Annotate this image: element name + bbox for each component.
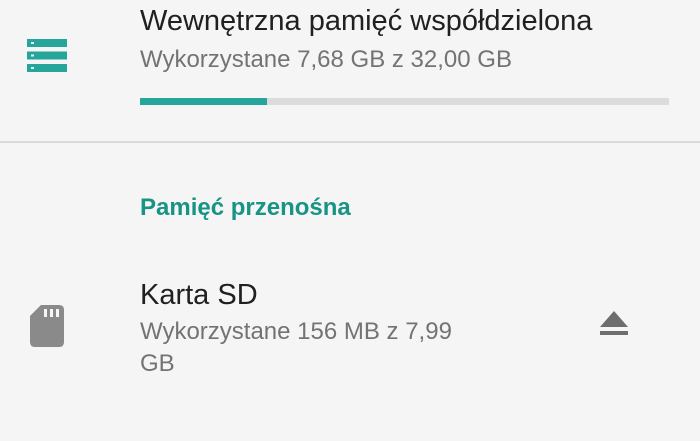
internal-storage-progress-bar bbox=[140, 98, 669, 105]
sd-card-icon bbox=[30, 305, 64, 347]
internal-storage-item[interactable]: Wewnętrzna pamięć współdzielona Wykorzys… bbox=[0, 0, 700, 141]
internal-storage-title: Wewnętrzna pamięć współdzielona bbox=[140, 5, 593, 37]
internal-storage-progress-fill bbox=[140, 98, 267, 105]
section-divider bbox=[0, 141, 700, 143]
storage-icon bbox=[27, 39, 67, 72]
internal-storage-usage: Wykorzystane 7,68 GB z 32,00 GB bbox=[140, 46, 512, 73]
sd-card-title: Karta SD bbox=[140, 279, 258, 311]
eject-icon bbox=[599, 310, 629, 342]
portable-storage-header: Pamięć przenośna bbox=[140, 194, 351, 221]
sd-card-usage: Wykorzystane 156 MB z 7,99 GB bbox=[140, 318, 452, 377]
eject-button[interactable] bbox=[592, 306, 636, 346]
sd-card-item[interactable]: Karta SD Wykorzystane 156 MB z 7,99 GB bbox=[0, 260, 700, 400]
storage-settings-screen: Wewnętrzna pamięć współdzielona Wykorzys… bbox=[0, 0, 700, 441]
